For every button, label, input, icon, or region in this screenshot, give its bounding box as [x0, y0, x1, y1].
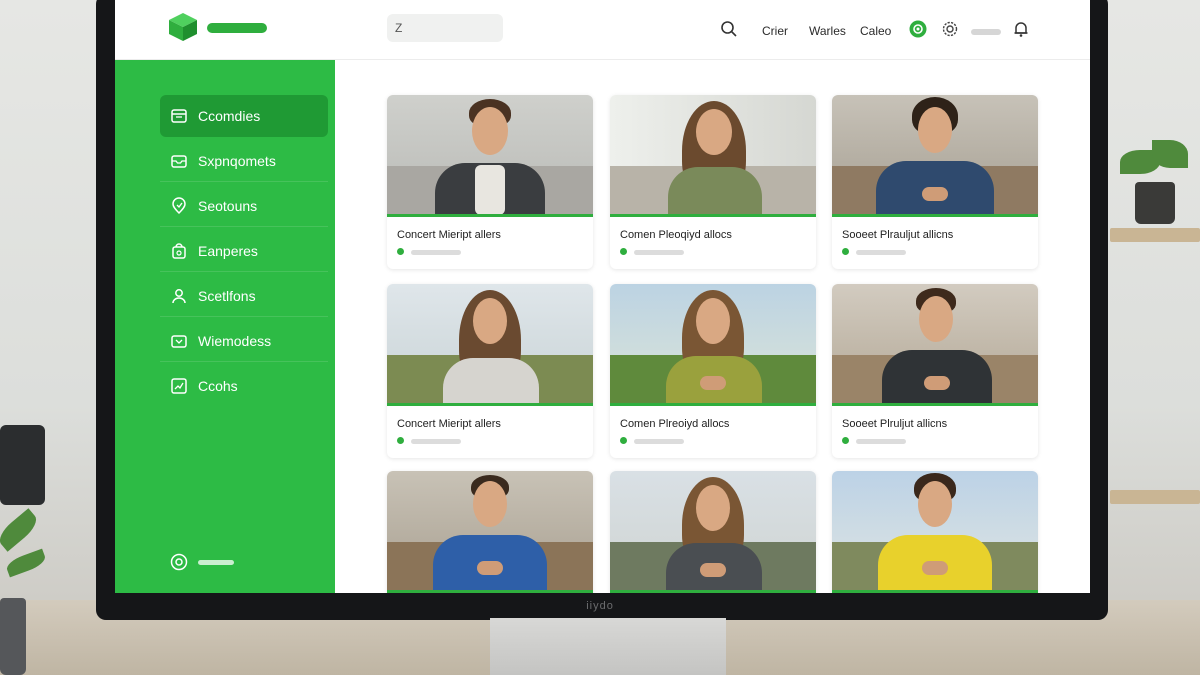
- wall-shelf: [1110, 490, 1200, 504]
- sidebar-item-label: Sxpnqomets: [198, 152, 276, 169]
- profile-photo: [387, 95, 593, 217]
- card-title: Comen Pleoqiyd allocs: [620, 229, 732, 241]
- sidebar-item-seotouns[interactable]: Seotouns: [160, 185, 328, 227]
- user-icon: [172, 288, 186, 303]
- sidebar-item-wiemodess[interactable]: Wiemodess: [160, 320, 328, 362]
- profile-photo: [387, 284, 593, 406]
- bag-icon: [172, 242, 186, 259]
- profile-card[interactable]: Comen Plreoiyd allocs: [610, 284, 816, 458]
- status-indicator: [620, 248, 627, 255]
- calendar-icon: [171, 109, 187, 123]
- profile-photo: [610, 95, 816, 217]
- settings-circle-icon[interactable]: [170, 553, 188, 571]
- inbox-icon: [171, 154, 187, 168]
- card-title: Concert Mieript allers: [397, 418, 501, 430]
- status-green-icon[interactable]: [909, 20, 927, 38]
- top-header: Z Crier Warles Caleo: [115, 0, 1090, 60]
- notification-bell-icon[interactable]: [1012, 20, 1030, 38]
- status-placeholder-bar: [411, 439, 461, 444]
- nav-link-warles[interactable]: Warles: [809, 24, 846, 38]
- card-title: Comen Plreoiyd allocs: [620, 418, 730, 430]
- nav-link-crier[interactable]: Crier: [762, 24, 788, 38]
- status-placeholder-bar: [856, 439, 906, 444]
- status-placeholder-bar: [634, 250, 684, 255]
- profile-card[interactable]: Concert Mieript allers: [387, 95, 593, 269]
- sidebar-item-scetlfons[interactable]: Scetlfons: [160, 275, 328, 317]
- footer-placeholder-bar: [198, 559, 234, 565]
- card-title: Sooeet Plrauljut allicns: [842, 229, 954, 241]
- sidebar-item-ccohs[interactable]: Ccohs: [160, 365, 328, 407]
- settings-gear-icon[interactable]: [941, 20, 959, 38]
- profile-photo: [387, 471, 593, 593]
- plant-leaf: [1152, 140, 1188, 168]
- chart-icon: [171, 378, 187, 394]
- plant-pot: [1135, 182, 1175, 224]
- profile-photo: [832, 471, 1038, 593]
- logo-cube-icon[interactable]: [167, 11, 199, 43]
- tray-icon: [171, 334, 187, 348]
- profile-card[interactable]: [610, 471, 816, 593]
- logo-wordmark: [207, 23, 267, 33]
- location-icon: [172, 196, 186, 214]
- card-title: Sooeet Plruljut allicns: [842, 418, 948, 430]
- header-placeholder-bar: [971, 29, 1001, 35]
- sidebar-item-sxpnqomets[interactable]: Sxpnqomets: [160, 140, 328, 182]
- profile-card[interactable]: Comen Pleoqiyd allocs: [610, 95, 816, 269]
- status-placeholder-bar: [634, 439, 684, 444]
- profile-card[interactable]: Concert Mieript allers: [387, 284, 593, 458]
- monitor-brand: iiydo: [586, 600, 614, 612]
- profile-photo: [832, 95, 1038, 217]
- search-input[interactable]: Z: [387, 14, 503, 42]
- profile-card[interactable]: [832, 471, 1038, 593]
- status-indicator: [397, 248, 404, 255]
- status-placeholder-bar: [856, 250, 906, 255]
- profile-card[interactable]: Sooeet Plrauljut allicns: [832, 95, 1038, 269]
- plant-leaf: [4, 548, 48, 578]
- profile-card[interactable]: Sooeet Plruljut allicns: [832, 284, 1038, 458]
- status-indicator: [842, 248, 849, 255]
- profile-card[interactable]: [387, 471, 593, 593]
- sidebar-item-label: Eanperes: [198, 242, 258, 259]
- sidebar-item-label: Seotouns: [198, 197, 258, 214]
- sidebar: Ccomdies Sxpnqomets Seotouns Eanperes Sc…: [115, 60, 335, 593]
- app-screen: Z Crier Warles Caleo Ccomdies Sxpnqomets…: [115, 0, 1090, 593]
- sidebar-item-ccomdies[interactable]: Ccomdies: [160, 95, 328, 137]
- profile-photo: [832, 284, 1038, 406]
- status-placeholder-bar: [411, 250, 461, 255]
- plant-leaf: [0, 508, 42, 552]
- card-grid: Concert Mieript allers Comen Pleoqiyd al…: [335, 60, 1090, 593]
- profile-photo: [610, 471, 816, 593]
- card-title: Concert Mieript allers: [397, 229, 501, 241]
- status-indicator: [397, 437, 404, 444]
- profile-photo: [610, 284, 816, 406]
- sidebar-item-label: Wiemodess: [198, 332, 272, 349]
- status-indicator: [842, 437, 849, 444]
- sidebar-item-label: Scetlfons: [198, 287, 256, 304]
- sidebar-footer[interactable]: [170, 553, 234, 571]
- wall-shelf: [1110, 228, 1200, 242]
- sidebar-item-label: Ccohs: [198, 378, 238, 394]
- search-icon[interactable]: [720, 20, 738, 38]
- monitor-stand: [490, 618, 726, 675]
- nav-link-caleo[interactable]: Caleo: [860, 24, 891, 38]
- desk-speaker: [0, 425, 45, 505]
- status-indicator: [620, 437, 627, 444]
- sidebar-item-eanperes[interactable]: Eanperes: [160, 230, 328, 272]
- sidebar-item-label: Ccomdies: [198, 108, 261, 124]
